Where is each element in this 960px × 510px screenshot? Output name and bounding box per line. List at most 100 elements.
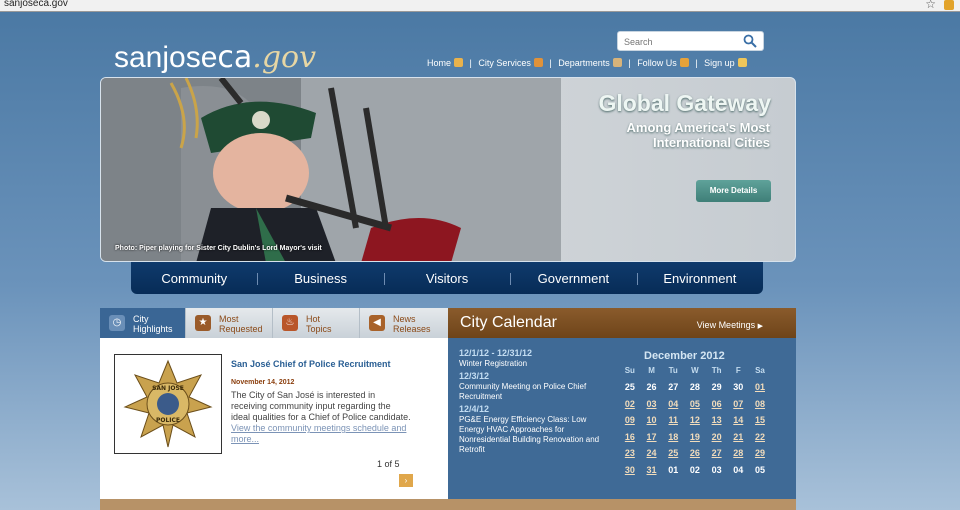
calendar-day[interactable]: 04 — [662, 396, 684, 413]
calendar-day[interactable]: 30 — [619, 462, 641, 479]
feature-date: November 14, 2012 — [231, 379, 295, 386]
view-meetings-link[interactable]: View Meetings ▶ — [697, 320, 763, 330]
calendar-day[interactable]: 15 — [749, 412, 771, 429]
more-details-button[interactable]: More Details — [696, 180, 771, 202]
nav-item-community[interactable]: Community — [131, 262, 257, 294]
dow-label: Su — [624, 366, 635, 375]
calendar-day[interactable]: 03 — [641, 396, 663, 413]
calendar-day[interactable]: 21 — [727, 429, 749, 446]
event-list: 12/1/12 - 12/31/12 Winter Registration 1… — [459, 348, 609, 457]
tab-label-line1: Most — [219, 314, 239, 324]
police-badge-image[interactable]: SAN JOSE POLICE — [114, 354, 222, 454]
hero-subtitle: Among America's Most International Citie… — [626, 120, 770, 150]
arrow-right-icon: ▶ — [757, 323, 763, 330]
link-separator: | — [469, 58, 472, 68]
calendar-day: 03 — [711, 464, 722, 475]
clock-icon: ◷ — [109, 315, 125, 331]
calendar-day[interactable]: 06 — [706, 396, 728, 413]
calendar-day[interactable]: 11 — [662, 412, 684, 429]
calendar-day[interactable]: 26 — [684, 445, 706, 462]
calendar-day: 04 — [733, 464, 744, 475]
dow-label: Tu — [668, 366, 678, 375]
day-of-week-row: Su M Tu W Th F Sa — [619, 366, 771, 375]
city-services-link[interactable]: City Services — [478, 58, 543, 68]
calendar-day[interactable]: 13 — [706, 412, 728, 429]
calendar-day[interactable]: 05 — [684, 396, 706, 413]
sign-up-link[interactable]: Sign up — [704, 58, 747, 68]
tab-most-requested[interactable]: ★ Most Requested — [186, 308, 273, 338]
departments-label: Departments — [558, 58, 610, 68]
browser-address-bar[interactable]: sanjoseca.gov ☆ — [0, 0, 960, 12]
calendar-day[interactable]: 28 — [727, 445, 749, 462]
nav-item-government[interactable]: Government — [510, 262, 636, 294]
tab-label-line1: Hot — [306, 314, 321, 324]
calendar-day[interactable]: 10 — [641, 412, 663, 429]
nav-item-environment[interactable]: Environment — [636, 262, 763, 294]
calendar-day[interactable]: 18 — [662, 429, 684, 446]
calendar-day[interactable]: 17 — [641, 429, 663, 446]
calendar-month: December 2012 — [644, 350, 725, 362]
badge-text-bottom: POLICE — [156, 417, 180, 424]
calendar-day[interactable]: 22 — [749, 429, 771, 446]
search-icon[interactable] — [743, 34, 757, 48]
calendar-day: 26 — [646, 382, 657, 392]
nav-item-visitors[interactable]: Visitors — [383, 262, 510, 294]
feature-body-text: The City of San José is interested in re… — [231, 390, 411, 422]
police-badge-icon: SAN JOSE POLICE — [123, 359, 213, 448]
dow-label: Th — [711, 366, 722, 375]
link-separator: | — [628, 58, 631, 68]
highlights-panel: ◷ City Highlights ★ Most Requested ♨ Hot… — [100, 308, 448, 500]
tab-label-line2: Topics — [306, 324, 332, 334]
tab-news-releases[interactable]: ◀ News Releases — [360, 308, 448, 338]
calendar-day[interactable]: 31 — [641, 462, 663, 479]
calendar-day[interactable]: 01 — [749, 379, 771, 396]
calendar-day[interactable]: 02 — [619, 396, 641, 413]
panel-bottom-bar — [100, 499, 796, 510]
site-logo[interactable]: sanjoseca.gov — [114, 40, 316, 75]
dow-label: W — [691, 366, 699, 375]
calendar-day[interactable]: 09 — [619, 412, 641, 429]
event-item[interactable]: 12/1/12 - 12/31/12 Winter Registration — [459, 348, 609, 369]
calendar-day[interactable]: 08 — [749, 396, 771, 413]
follow-us-link[interactable]: Follow Us — [637, 58, 689, 68]
calendar-day[interactable]: 23 — [619, 445, 641, 462]
calendar-day[interactable]: 14 — [727, 412, 749, 429]
tab-hot-topics[interactable]: ♨ Hot Topics — [273, 308, 360, 338]
home-link[interactable]: Home — [427, 58, 464, 68]
hero-banner[interactable]: Global Gateway Among America's Most Inte… — [100, 77, 796, 262]
next-arrow-button[interactable]: › — [399, 474, 413, 487]
search-box — [617, 31, 764, 51]
star-icon: ★ — [195, 315, 211, 331]
event-item[interactable]: 12/3/12 Community Meeting on Police Chie… — [459, 371, 609, 402]
calendar-day[interactable]: 12 — [684, 412, 706, 429]
calendar-day[interactable]: 24 — [641, 445, 663, 462]
calendar-day[interactable]: 27 — [706, 445, 728, 462]
city-services-label: City Services — [478, 58, 531, 68]
departments-link[interactable]: Departments — [558, 58, 622, 68]
tab-label-line2: Highlights — [133, 324, 173, 334]
calendar-day: 25 — [624, 382, 635, 392]
megaphone-icon: ◀ — [369, 315, 385, 331]
calendar-day[interactable]: 29 — [749, 445, 771, 462]
event-item[interactable]: 12/4/12 PG&E Energy Efficiency Class: Lo… — [459, 404, 609, 455]
calendar-day: 01 — [668, 464, 679, 475]
link-separator: | — [695, 58, 698, 68]
hero-photo-piper — [101, 78, 561, 261]
bookmark-star-icon[interactable]: ☆ — [925, 0, 936, 11]
calendar-day[interactable]: 20 — [706, 429, 728, 446]
extension-icon[interactable] — [944, 0, 954, 10]
tab-city-highlights[interactable]: ◷ City Highlights — [100, 308, 186, 338]
feature-title[interactable]: San José Chief of Police Recruitment — [231, 359, 431, 369]
tab-label-line1: City — [133, 314, 149, 324]
calendar-day: 02 — [689, 464, 700, 475]
calendar-day[interactable]: 25 — [662, 445, 684, 462]
dow-label: M — [648, 366, 655, 375]
calendar-day[interactable]: 19 — [684, 429, 706, 446]
nav-item-business[interactable]: Business — [257, 262, 383, 294]
calendar-day: 29 — [711, 382, 722, 392]
calendar-day[interactable]: 07 — [727, 396, 749, 413]
search-input[interactable] — [618, 33, 738, 51]
browser-url[interactable]: sanjoseca.gov — [4, 0, 68, 9]
feature-link[interactable]: View the community meetings schedule and… — [231, 423, 406, 444]
calendar-day[interactable]: 16 — [619, 429, 641, 446]
